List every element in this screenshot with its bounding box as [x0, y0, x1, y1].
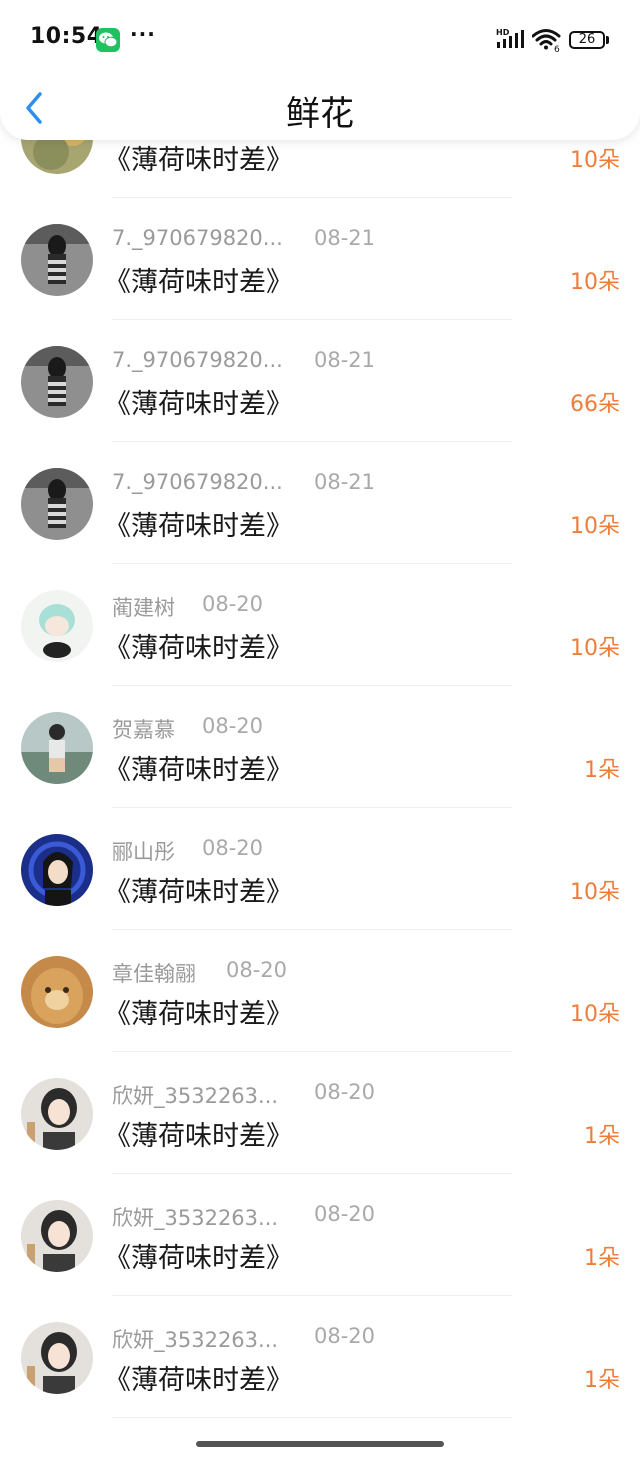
user-name: 7._970679820...: [112, 348, 283, 372]
user-name: 欣妍_3532263...: [112, 1084, 279, 1108]
list-item[interactable]: 欣妍_3532263... 08-20 《薄荷味时差》 1朵: [0, 1174, 640, 1296]
gift-title: 《薄荷味时差》: [104, 1365, 293, 1396]
list-item[interactable]: 蔺建树 08-20 《薄荷味时差》 10朵: [0, 564, 640, 686]
gift-title: 《薄荷味时差》: [104, 999, 293, 1030]
avatar[interactable]: [21, 1200, 93, 1272]
user-name: 章佳翰翮: [112, 962, 196, 986]
gift-title: 《薄荷味时差》: [104, 877, 293, 908]
flower-count: 1朵: [584, 1124, 620, 1149]
list-item[interactable]: 章佳翰翮 08-20 《薄荷味时差》 10朵: [0, 930, 640, 1052]
page-title: 鲜花: [286, 94, 354, 134]
user-name: 贺嘉慕: [112, 718, 175, 742]
signal-icon: HD: [496, 28, 526, 54]
avatar[interactable]: [21, 1078, 93, 1150]
gift-title: 《薄荷味时差》: [104, 267, 293, 298]
user-name: 欣妍_3532263...: [112, 1328, 279, 1352]
list-item[interactable]: 欣妍_3532263... 08-20 《薄荷味时差》 1朵: [0, 1296, 640, 1418]
list-item[interactable]: 贺嘉慕 08-20 《薄荷味时差》 1朵: [0, 686, 640, 808]
wifi-icon: 6: [531, 28, 562, 56]
flower-count: 66朵: [570, 392, 620, 417]
divider: [112, 1417, 512, 1418]
record-date: 08-20: [202, 836, 264, 860]
list-item[interactable]: 郦山彤 08-20 《薄荷味时差》 10朵: [0, 808, 640, 930]
record-date: 08-21: [314, 348, 376, 372]
flower-count: 10朵: [570, 270, 620, 295]
gift-title: 《薄荷味时差》: [104, 1121, 293, 1152]
flower-count: 1朵: [584, 1246, 620, 1271]
flower-count: 10朵: [570, 514, 620, 539]
avatar[interactable]: [21, 712, 93, 784]
flower-count: 10朵: [570, 636, 620, 661]
record-date: 08-21: [314, 470, 376, 494]
flower-count: 1朵: [584, 1368, 620, 1393]
gift-title: 《薄荷味时差》: [104, 511, 293, 542]
record-date: 08-20: [314, 1202, 376, 1226]
home-indicator[interactable]: [196, 1441, 444, 1447]
gift-title: 《薄荷味时差》: [104, 1243, 293, 1274]
flower-count: 10朵: [570, 880, 620, 905]
list-item[interactable]: 欣妍_3532263... 08-20 《薄荷味时差》 1朵: [0, 1052, 640, 1174]
avatar[interactable]: [21, 1322, 93, 1394]
user-name: 7._970679820...: [112, 226, 283, 250]
gift-title: 《薄荷味时差》: [104, 633, 293, 664]
user-name: 7._970679820...: [112, 470, 283, 494]
record-date: 08-20: [202, 714, 264, 738]
gift-title: 《薄荷味时差》: [104, 755, 293, 786]
wechat-icon: [96, 28, 120, 52]
avatar[interactable]: [21, 590, 93, 662]
record-date: 08-20: [226, 958, 288, 982]
record-date: 08-21: [314, 226, 376, 250]
battery-tip: [606, 36, 609, 44]
battery-icon: 26: [569, 31, 605, 49]
wifi-label: 6: [554, 45, 560, 52]
gift-title: 《薄荷味时差》: [104, 389, 293, 420]
flower-count: 10朵: [570, 1002, 620, 1027]
flower-count: 1朵: [584, 758, 620, 783]
status-time: 10:54: [30, 24, 103, 49]
user-name: 欣妍_3532263...: [112, 1206, 279, 1230]
avatar[interactable]: [21, 346, 93, 418]
avatar[interactable]: [21, 224, 93, 296]
avatar[interactable]: [21, 834, 93, 906]
avatar[interactable]: [21, 468, 93, 540]
record-date: 08-20: [202, 592, 264, 616]
avatar[interactable]: [21, 956, 93, 1028]
app-header: 10:54 ··· HD 6 26 鲜花: [0, 0, 640, 140]
flower-count: 10朵: [570, 148, 620, 173]
network-type: HD: [496, 28, 510, 37]
list-item[interactable]: 7._970679820... 08-21 《薄荷味时差》 10朵: [0, 442, 640, 564]
record-date: 08-20: [314, 1080, 376, 1104]
list-item[interactable]: 7._970679820... 08-21 《薄荷味时差》 66朵: [0, 320, 640, 442]
status-bar: 10:54 ··· HD 6 26: [0, 0, 640, 80]
record-date: 08-20: [314, 1324, 376, 1348]
gift-title: 《薄荷味时差》: [104, 145, 293, 176]
user-name: 蔺建树: [112, 596, 175, 620]
list-item[interactable]: 7._970679820... 08-21 《薄荷味时差》 10朵: [0, 198, 640, 320]
user-name: 郦山彤: [112, 840, 175, 864]
more-dots: ···: [130, 22, 156, 46]
